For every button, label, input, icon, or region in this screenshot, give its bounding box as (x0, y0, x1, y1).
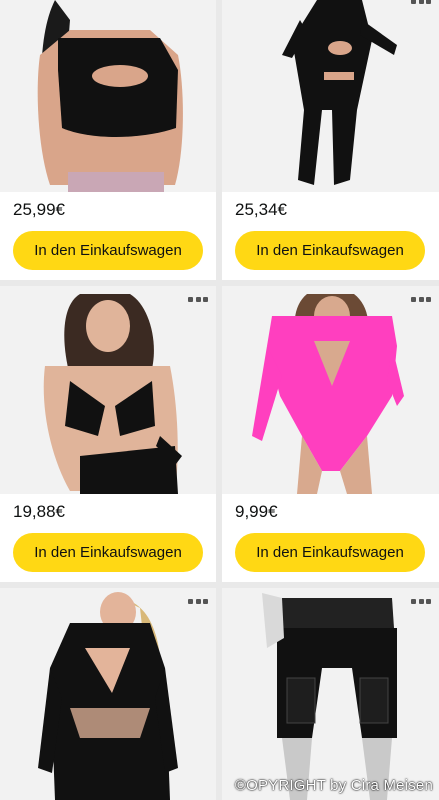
add-to-cart-button[interactable]: In den Einkaufswagen (13, 231, 203, 270)
more-options-icon[interactable] (411, 0, 431, 4)
product-image[interactable] (222, 286, 439, 494)
product-price: 9,99€ (235, 502, 278, 521)
add-to-cart-button[interactable]: In den Einkaufswagen (13, 533, 203, 572)
product-card[interactable]: 9,99€ In den Einkaufswagen (222, 286, 439, 582)
product-price: 25,34€ (235, 200, 287, 219)
add-to-cart-button[interactable]: In den Einkaufswagen (235, 533, 425, 572)
more-options-icon[interactable] (411, 598, 431, 604)
product-price: 19,88€ (13, 502, 65, 521)
more-options-icon[interactable] (188, 598, 208, 604)
product-card[interactable]: 25,99€ In den Einkaufswagen (0, 0, 216, 280)
product-card[interactable]: 25,34€ In den Einkaufswagen (222, 0, 439, 280)
more-options-icon[interactable] (411, 296, 431, 302)
copyright-watermark: ©OPYRIGHT by Cira Meisen (234, 777, 433, 794)
product-image[interactable] (0, 0, 216, 192)
product-card[interactable] (0, 588, 216, 800)
product-image[interactable] (0, 588, 216, 800)
more-options-icon[interactable] (188, 296, 208, 302)
product-price: 25,99€ (13, 200, 65, 219)
product-card[interactable]: 19,88€ In den Einkaufswagen (0, 286, 216, 582)
product-image[interactable] (0, 286, 216, 494)
product-card[interactable] (222, 588, 439, 800)
product-image[interactable] (222, 0, 439, 192)
add-to-cart-button[interactable]: In den Einkaufswagen (235, 231, 425, 270)
product-image[interactable] (222, 588, 439, 800)
